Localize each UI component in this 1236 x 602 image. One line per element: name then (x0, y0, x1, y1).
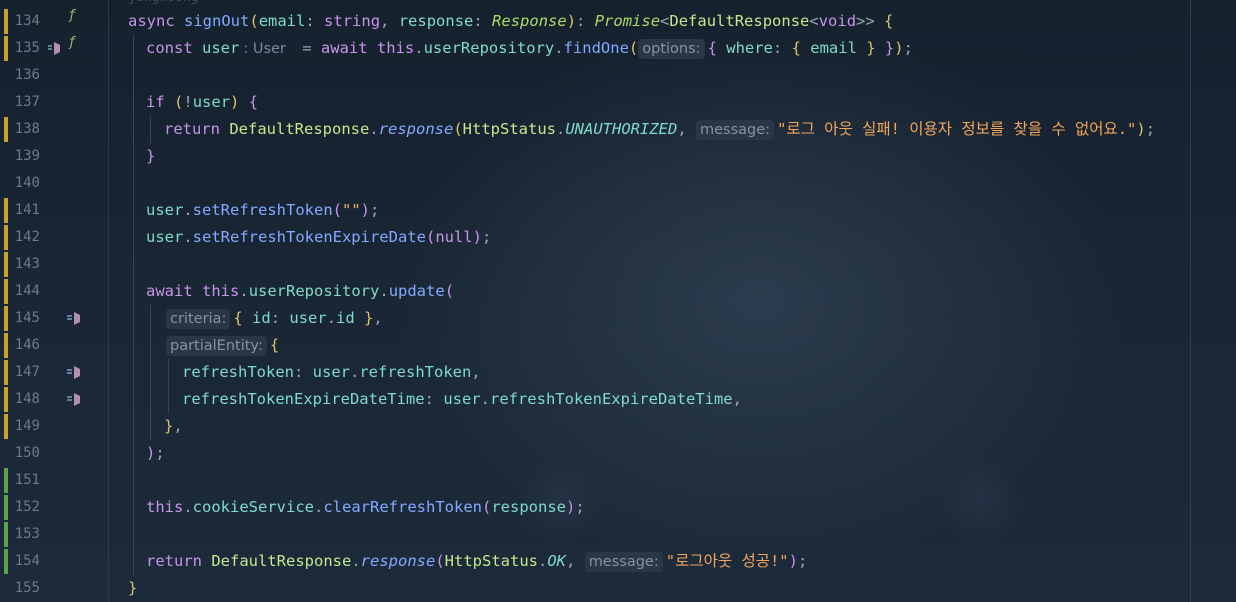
code-line-142[interactable]: 142 user.setRefreshTokenExpireDate(null)… (0, 224, 1236, 251)
code-line-145[interactable]: 145 criteria:{ id: user.id }, (0, 305, 1236, 332)
modified-marker (4, 360, 8, 385)
code-line-140[interactable]: 140 (0, 170, 1236, 197)
code-line-154[interactable]: 154 return DefaultResponse.response(Http… (0, 548, 1236, 575)
code-line-139[interactable]: 139 } (0, 143, 1236, 170)
code-text: await this.userRepository.update( (146, 282, 455, 300)
implementation-icon[interactable] (66, 364, 82, 380)
modified-marker (4, 117, 8, 142)
code-line-153[interactable]: 153 (0, 521, 1236, 548)
modified-marker (4, 36, 8, 61)
modified-marker (4, 198, 8, 223)
code-editor[interactable]: jungwoong 134 ƒ async signOut(email: str… (0, 0, 1236, 602)
code-text: ); (146, 444, 165, 462)
code-line-136[interactable]: 136 (0, 62, 1236, 89)
modified-marker (4, 225, 8, 250)
code-line-155[interactable]: 155 } (0, 575, 1236, 602)
modified-marker (4, 387, 8, 412)
code-line-134[interactable]: 134 ƒ async signOut(email: string, respo… (0, 8, 1236, 35)
code-line-150[interactable]: 150 ); (0, 440, 1236, 467)
added-marker (4, 549, 8, 574)
code-line-137[interactable]: 137 if (!user) { (0, 89, 1236, 116)
code-text: user.setRefreshToken(""); (146, 201, 380, 219)
inlay-hint-criteria: criteria: (166, 309, 231, 329)
code-line-135[interactable]: 135 ƒ const user: User = await this.user… (0, 35, 1236, 62)
code-text: return DefaultResponse.response(HttpStat… (164, 120, 1156, 140)
code-text: } (128, 579, 138, 597)
function-icon[interactable]: ƒ (68, 8, 84, 24)
line-number: 139 (14, 148, 40, 164)
code-text: async signOut(email: string, response: R… (128, 12, 894, 30)
line-number: 140 (14, 175, 40, 191)
code-line-149[interactable]: 149 }, (0, 413, 1236, 440)
code-line-143[interactable]: 143 (0, 251, 1236, 278)
modified-marker (4, 279, 8, 304)
code-text: }, (164, 417, 183, 435)
code-line-152[interactable]: 152 this.cookieService.clearRefreshToken… (0, 494, 1236, 521)
code-text: refreshToken: user.refreshToken, (182, 363, 481, 381)
line-number: 137 (14, 94, 40, 110)
implementation-icon[interactable] (66, 391, 82, 407)
added-marker (4, 495, 8, 520)
code-text: if (!user) { (146, 93, 259, 111)
code-line-144[interactable]: 144 await this.userRepository.update( (0, 278, 1236, 305)
line-number: 155 (14, 580, 40, 596)
inlay-hint-message: message: (696, 120, 775, 140)
added-marker (4, 522, 8, 547)
implementation-icon[interactable] (66, 310, 82, 326)
implementation-icon[interactable] (46, 40, 62, 56)
modified-marker (4, 252, 8, 277)
line-number: 150 (14, 445, 40, 461)
code-line-146[interactable]: 146 partialEntity:{ (0, 332, 1236, 359)
function-icon[interactable]: ƒ (68, 35, 84, 51)
code-text: user.setRefreshTokenExpireDate(null); (146, 228, 492, 246)
inlay-hint-options: options: (638, 39, 705, 59)
code-text: } (146, 147, 156, 165)
code-text: criteria:{ id: user.id }, (166, 305, 383, 332)
code-line-151[interactable]: 151 (0, 467, 1236, 494)
inlay-hint-message: message: (584, 552, 663, 572)
author-fragment: jungwoong (128, 0, 248, 6)
inlay-hint-partial-entity: partialEntity: (166, 336, 267, 356)
code-text: this.cookieService.clearRefreshToken(res… (146, 498, 585, 516)
code-text: return DefaultResponse.response(HttpStat… (146, 552, 808, 572)
modified-marker (4, 306, 8, 331)
code-text: refreshTokenExpireDateTime: user.refresh… (182, 390, 742, 408)
added-marker (4, 468, 8, 493)
code-text: partialEntity:{ (166, 332, 279, 359)
code-text: const user: User = await this.userReposi… (146, 39, 913, 59)
modified-marker (4, 414, 8, 439)
line-number: 136 (14, 67, 40, 83)
code-line-147[interactable]: 147 refreshToken: user.refreshToken, (0, 359, 1236, 386)
code-line-148[interactable]: 148 refreshTokenExpireDateTime: user.ref… (0, 386, 1236, 413)
modified-marker (4, 333, 8, 358)
modified-marker (4, 9, 8, 34)
code-line-138[interactable]: 138 return DefaultResponse.response(Http… (0, 116, 1236, 143)
code-line-141[interactable]: 141 user.setRefreshToken(""); (0, 197, 1236, 224)
